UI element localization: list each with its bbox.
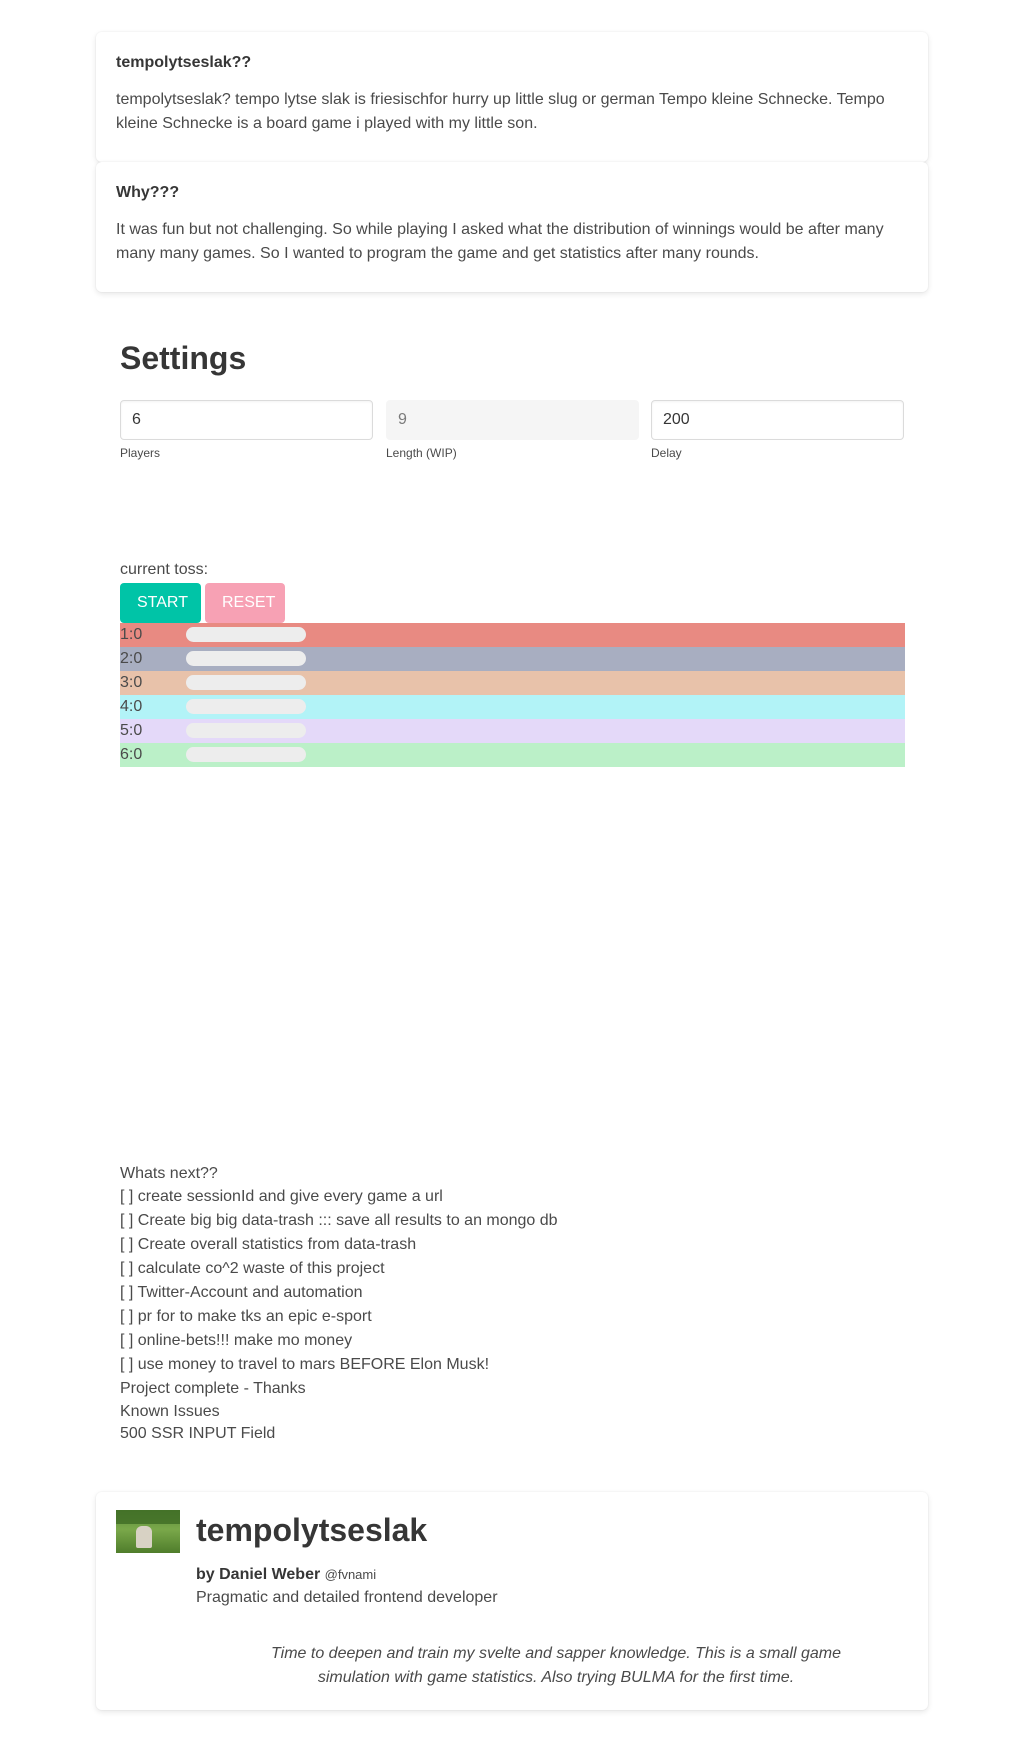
faq-card-why: Why??? It was fun but not challenging. S… [96, 162, 928, 292]
player-score: 6:0 [120, 746, 143, 763]
progress-bar [186, 627, 306, 642]
footer-title: tempolytseslak [196, 1512, 428, 1548]
player-track: 5:0 [120, 719, 905, 743]
player-score: 5:0 [120, 722, 143, 739]
player-score: 4:0 [120, 698, 143, 715]
player-tracks: 1:0 2:0 3:0 4:0 5:0 6:0 [120, 623, 905, 767]
length-input [386, 400, 639, 440]
settings-title: Settings [120, 340, 247, 376]
todo-item: [ ] Create big big data-trash ::: save a… [120, 1212, 558, 1229]
delay-field: Delay [651, 400, 904, 461]
whats-next-title: Whats next?? [120, 1165, 218, 1182]
author-name: by Daniel Weber [196, 1566, 321, 1583]
progress-bar [186, 675, 306, 690]
player-track: 3:0 [120, 671, 905, 695]
delay-help: Delay [651, 446, 682, 460]
faq-title: tempolytseslak?? [116, 54, 252, 71]
project-complete-text: Project complete - Thanks [120, 1380, 306, 1397]
player-score: 3:0 [120, 674, 143, 691]
length-field: Length (WIP) [386, 400, 639, 461]
known-issue-item: 500 SSR INPUT Field [120, 1425, 276, 1442]
players-help: Players [120, 446, 161, 460]
progress-bar [186, 699, 306, 714]
players-input[interactable] [120, 400, 373, 440]
player-track: 6:0 [120, 743, 905, 767]
todo-item: [ ] online-bets!!! make mo money [120, 1332, 353, 1349]
players-field: Players [120, 400, 373, 461]
todo-item: [ ] calculate co^2 waste of this project [120, 1260, 385, 1277]
start-button[interactable]: START [120, 583, 201, 623]
faq-body: tempolytseslak? tempo lytse slak is frie… [116, 91, 885, 132]
known-issues-title: Known Issues [120, 1403, 220, 1420]
todo-item: [ ] Twitter-Account and automation [120, 1284, 363, 1301]
player-track: 2:0 [120, 647, 905, 671]
todo-item: [ ] create sessionId and give every game… [120, 1188, 443, 1205]
project-quote: Time to deepen and train my svelte and s… [271, 1645, 841, 1686]
player-score: 2:0 [120, 650, 143, 667]
progress-bar [186, 747, 306, 762]
player-track: 1:0 [120, 623, 905, 647]
length-help: Length (WIP) [386, 446, 457, 460]
player-score: 1:0 [120, 626, 143, 643]
author-subtitle: Pragmatic and detailed frontend develope… [196, 1589, 498, 1606]
faq-card-name: tempolytseslak?? tempolytseslak? tempo l… [96, 32, 928, 162]
author-card: tempolytseslak by Daniel Weber @fvnami P… [96, 1492, 928, 1710]
todo-item: [ ] pr for to make tks an epic e-sport [120, 1308, 372, 1325]
faq-body: It was fun but not challenging. So while… [116, 221, 884, 262]
avatar [116, 1510, 180, 1553]
author-handle: @fvnami [324, 1567, 377, 1582]
todo-item: [ ] use money to travel to mars BEFORE E… [120, 1356, 490, 1373]
author-line: by Daniel Weber @fvnami [196, 1564, 376, 1586]
progress-bar [186, 651, 306, 666]
whats-next-section: Whats next?? [ ] create sessionId and gi… [120, 1163, 558, 1445]
reset-button[interactable]: RESET [205, 583, 285, 623]
delay-input[interactable] [651, 400, 904, 440]
player-track: 4:0 [120, 695, 905, 719]
current-toss-label: current toss: [120, 561, 209, 578]
todo-item: [ ] Create overall statistics from data-… [120, 1236, 417, 1253]
progress-bar [186, 723, 306, 738]
faq-title: Why??? [116, 184, 180, 201]
